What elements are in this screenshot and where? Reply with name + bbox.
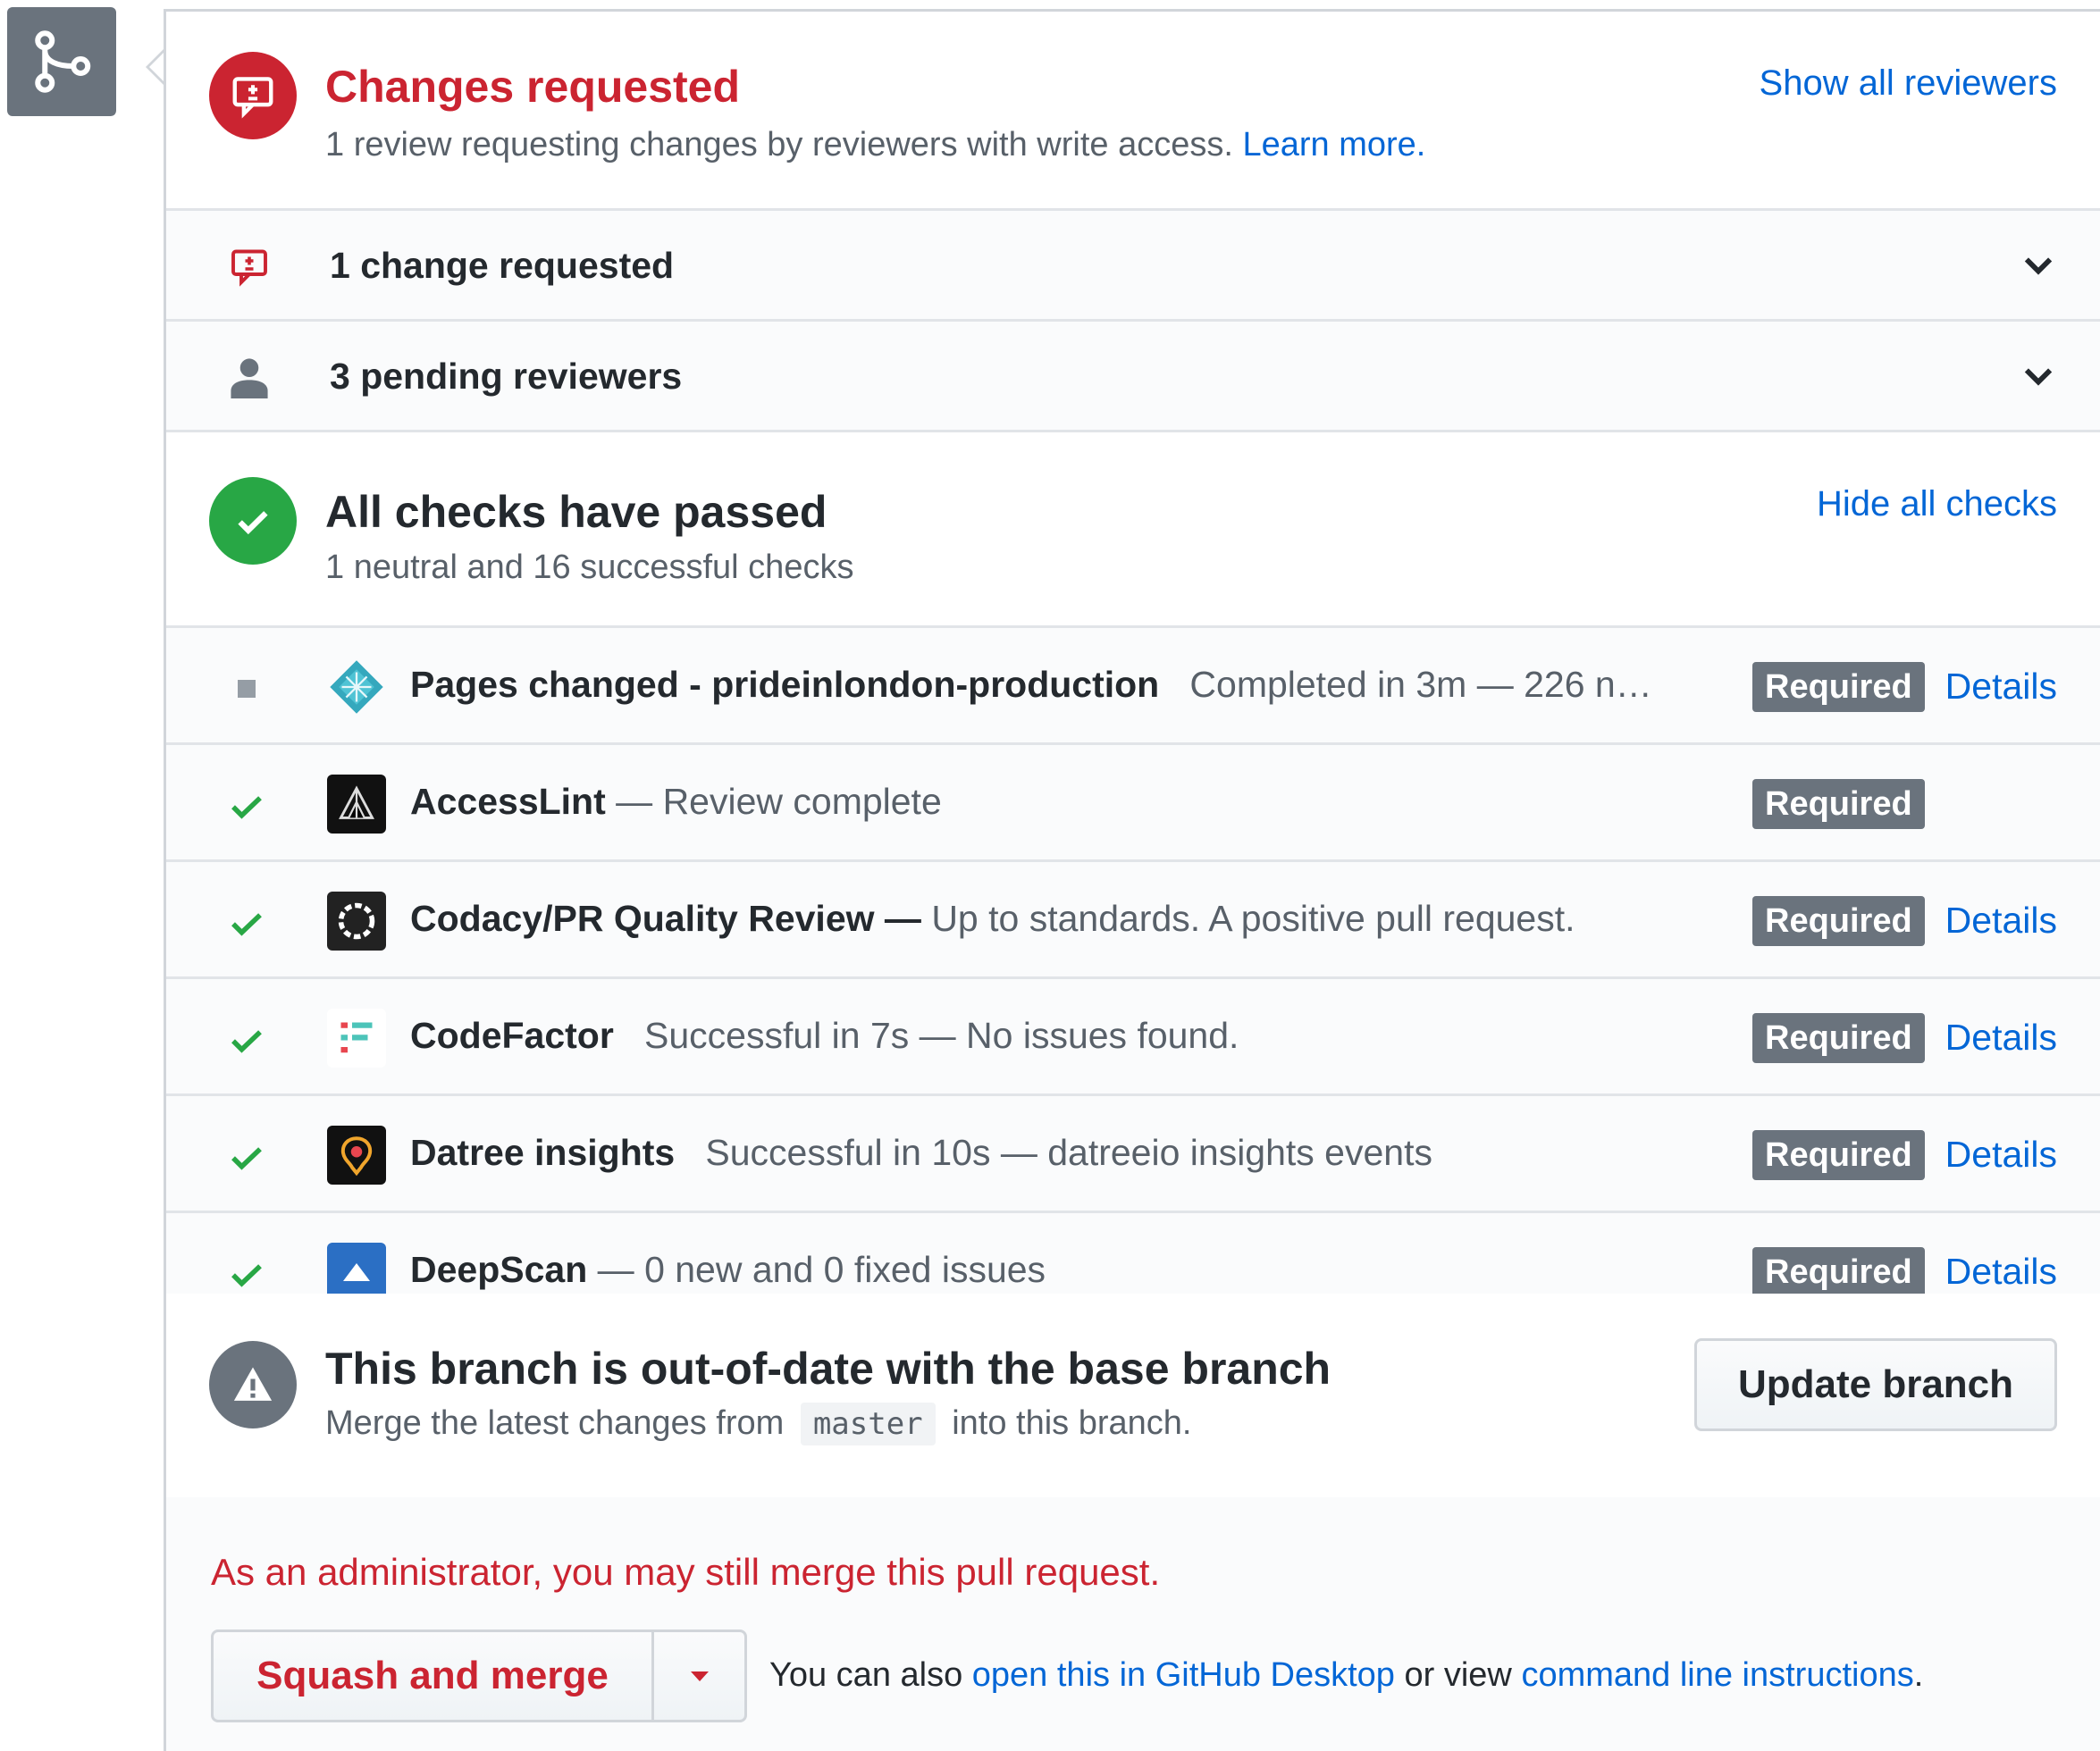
check-description: — Review complete xyxy=(616,781,942,822)
checks-summary-subtitle: 1 neutral and 16 successful checks xyxy=(325,549,854,586)
checks-list[interactable]: Pages changed - prideinlondon-production… xyxy=(166,628,2100,1294)
check-icon xyxy=(231,913,262,936)
check-icon xyxy=(231,1264,262,1287)
check-description: Completed in 3m — 226 n… xyxy=(1189,664,1652,705)
check-row: Codacy/PR Quality Review — Up to standar… xyxy=(166,862,2100,979)
changes-requested-icon xyxy=(209,52,297,139)
details-link[interactable]: Details xyxy=(1945,1134,2057,1176)
neutral-square-icon xyxy=(238,680,256,698)
required-badge: Required xyxy=(1752,1130,1925,1180)
check-name: AccessLint xyxy=(410,781,606,822)
chevron-down-icon[interactable] xyxy=(2020,357,2057,395)
check-row: DeepScan — 0 new and 0 fixed issues Requ… xyxy=(166,1213,2100,1294)
check-row: Datree insights Successful in 10s — datr… xyxy=(166,1096,2100,1213)
out-of-date-text: Merge the latest changes from xyxy=(325,1404,785,1442)
merge-method-dropdown[interactable] xyxy=(654,1632,744,1720)
panel-pointer xyxy=(146,49,164,85)
merge-hint-period: . xyxy=(1913,1656,1924,1694)
check-icon xyxy=(231,1030,262,1053)
details-link[interactable]: Details xyxy=(1945,666,2057,708)
alert-icon xyxy=(209,1341,297,1428)
update-branch-button[interactable]: Update branch xyxy=(1694,1338,2057,1431)
review-status-text: 1 review requesting changes by reviewers… xyxy=(325,126,1233,163)
merge-hint: You can also open this in GitHub Desktop… xyxy=(769,1656,1923,1695)
check-icon xyxy=(231,1147,262,1170)
admin-merge-note: As an administrator, you may still merge… xyxy=(211,1551,1161,1593)
check-icon xyxy=(231,796,262,819)
changes-requested-row[interactable]: 1 change requested xyxy=(166,211,2100,322)
merge-hint-text-2: or view xyxy=(1404,1656,1512,1694)
check-name: CodeFactor xyxy=(410,1015,614,1056)
check-text: Codacy/PR Quality Review — Up to standar… xyxy=(410,898,1575,940)
required-badge: Required xyxy=(1752,662,1925,712)
checks-summary-title: All checks have passed xyxy=(325,487,827,537)
accesslint-logo-icon xyxy=(327,775,386,834)
check-text: Pages changed - prideinlondon-production… xyxy=(410,664,1652,706)
out-of-date-subtitle: Merge the latest changes from master int… xyxy=(325,1403,1191,1445)
check-description: — 0 new and 0 fixed issues xyxy=(597,1249,1046,1290)
check-circle-icon xyxy=(209,477,297,565)
codacy-logo-icon xyxy=(327,892,386,951)
triangle-down-icon xyxy=(690,1671,709,1681)
review-status-subtitle: 1 review requesting changes by reviewers… xyxy=(325,126,1425,164)
check-description: Successful in 7s — No issues found. xyxy=(644,1015,1239,1056)
squash-merge-button-group: Squash and merge xyxy=(211,1630,747,1722)
pending-reviewers-row[interactable]: 3 pending reviewers xyxy=(166,322,2100,432)
person-icon xyxy=(227,355,272,399)
check-row: AccessLint — Review complete Required xyxy=(166,745,2100,862)
required-badge: Required xyxy=(1752,1013,1925,1063)
review-status-section: Changes requested 1 review requesting ch… xyxy=(166,12,2100,211)
open-github-desktop-link[interactable]: open this in GitHub Desktop xyxy=(972,1656,1395,1694)
file-diff-icon xyxy=(227,244,272,289)
datree-logo-icon xyxy=(327,1126,386,1185)
codefactor-logo-icon xyxy=(327,1009,386,1068)
netlify-logo-icon xyxy=(327,658,386,716)
chevron-down-icon[interactable] xyxy=(2020,247,2057,284)
check-name: Datree insights xyxy=(410,1132,676,1173)
deepscan-logo-icon xyxy=(327,1243,386,1294)
checks-summary-section: All checks have passed 1 neutral and 16 … xyxy=(166,432,2100,628)
check-name: Codacy/PR Quality Review — xyxy=(410,898,921,939)
details-link[interactable]: Details xyxy=(1945,900,2057,942)
check-name: DeepScan xyxy=(410,1249,588,1290)
check-text: Datree insights Successful in 10s — datr… xyxy=(410,1132,1432,1174)
show-all-reviewers-link[interactable]: Show all reviewers xyxy=(1760,63,2057,104)
check-row: CodeFactor Successful in 7s — No issues … xyxy=(166,979,2100,1096)
merge-status-panel: Changes requested 1 review requesting ch… xyxy=(164,9,2100,1751)
learn-more-link[interactable]: Learn more. xyxy=(1242,126,1425,163)
pending-reviewers-label: 3 pending reviewers xyxy=(330,356,683,397)
changes-requested-label: 1 change requested xyxy=(330,245,675,286)
squash-and-merge-button[interactable]: Squash and merge xyxy=(214,1632,654,1720)
out-of-date-text-end: into this branch. xyxy=(952,1404,1192,1442)
hide-all-checks-link[interactable]: Hide all checks xyxy=(1817,484,2057,524)
merge-hint-text: You can also xyxy=(769,1656,963,1694)
check-name: Pages changed - prideinlondon-production xyxy=(410,664,1160,705)
required-badge: Required xyxy=(1752,779,1925,829)
review-status-title: Changes requested xyxy=(325,62,741,112)
check-text: CodeFactor Successful in 7s — No issues … xyxy=(410,1015,1239,1057)
out-of-date-title: This branch is out-of-date with the base… xyxy=(325,1344,1331,1394)
out-of-date-section: This branch is out-of-date with the base… xyxy=(166,1294,2100,1500)
base-branch-name: master xyxy=(800,1403,936,1445)
check-description: Successful in 10s — datreeio insights ev… xyxy=(705,1132,1432,1173)
required-badge: Required xyxy=(1752,896,1925,946)
details-link[interactable]: Details xyxy=(1945,1017,2057,1059)
command-line-instructions-link[interactable]: command line instructions xyxy=(1521,1656,1913,1694)
required-badge: Required xyxy=(1752,1247,1925,1294)
details-link[interactable]: Details xyxy=(1945,1251,2057,1293)
merge-section: As an administrator, you may still merge… xyxy=(166,1497,2100,1751)
check-description: Up to standards. A positive pull request… xyxy=(931,898,1575,939)
check-row: Pages changed - prideinlondon-production… xyxy=(166,628,2100,745)
check-text: DeepScan — 0 new and 0 fixed issues xyxy=(410,1249,1046,1291)
git-merge-icon xyxy=(7,7,116,116)
check-text: AccessLint — Review complete xyxy=(410,781,942,823)
